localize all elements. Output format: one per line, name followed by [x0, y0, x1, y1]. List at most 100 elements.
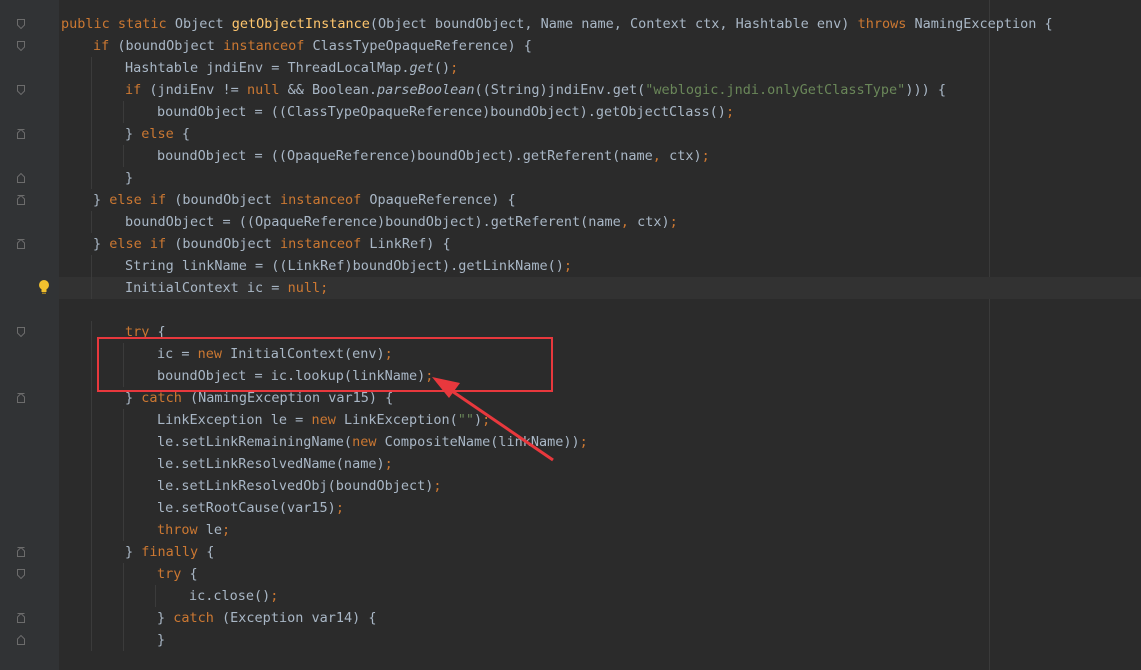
lightbulb-icon[interactable] — [37, 279, 51, 295]
code-token: boundObject = ((ClassTypeOpaqueReference… — [157, 104, 726, 120]
fold-marker-icon[interactable] — [17, 613, 25, 623]
code-token: InitialContext ic = — [125, 280, 288, 296]
code-token: ic.close() — [189, 588, 271, 604]
code-text: try { — [61, 566, 198, 582]
indent-guide — [91, 409, 92, 431]
code-token: (boundObject — [117, 38, 224, 54]
indent-guide — [123, 145, 124, 167]
code-text: throw le; — [61, 522, 230, 538]
code-token: , — [620, 214, 638, 230]
code-line[interactable]: } else if (boundObject instanceof Opaque… — [17, 189, 1141, 211]
code-token: instanceof — [279, 192, 370, 208]
code-line[interactable]: le.setLinkRemainingName(new CompositeNam… — [61, 431, 1141, 453]
indent-guide — [91, 607, 92, 629]
fold-marker-icon[interactable] — [17, 129, 25, 139]
fold-marker-icon[interactable] — [17, 41, 25, 51]
code-line[interactable]: InitialContext ic = null; — [0, 277, 1141, 299]
code-line[interactable]: } — [17, 629, 1141, 651]
code-line[interactable]: } else { — [17, 123, 1141, 145]
indent-guide — [91, 585, 92, 607]
code-line[interactable]: } finally { — [17, 541, 1141, 563]
indent-guide — [91, 211, 92, 233]
code-line[interactable] — [61, 299, 1141, 321]
code-text: if (boundObject instanceof ClassTypeOpaq… — [61, 38, 532, 54]
code-token: "weblogic.jndi.onlyGetClassType" — [645, 82, 906, 98]
code-token: if — [93, 38, 118, 54]
code-token: ; — [563, 258, 573, 274]
code-text: le.setLinkResolvedObj(boundObject); — [61, 478, 441, 494]
fold-marker-icon[interactable] — [17, 239, 25, 249]
code-line[interactable]: throw le; — [61, 519, 1141, 541]
code-line[interactable]: ic.close(); — [61, 585, 1141, 607]
code-text: } else { — [61, 126, 190, 142]
indent-guide — [123, 607, 124, 629]
indent-guide — [123, 497, 124, 519]
code-token: instanceof — [223, 38, 313, 54]
code-text: boundObject = ((OpaqueReference)boundObj… — [61, 214, 678, 230]
code-token: public — [61, 16, 118, 32]
indent-guide — [123, 519, 124, 541]
code-text: boundObject = ((ClassTypeOpaqueReference… — [61, 104, 734, 120]
code-line[interactable]: try { — [17, 563, 1141, 585]
code-token: (Exception var14) { — [222, 610, 377, 626]
code-token: try — [157, 566, 190, 582]
code-token: ; — [450, 60, 459, 76]
code-line[interactable]: le.setLinkResolvedObj(boundObject); — [61, 475, 1141, 497]
code-token: else if — [109, 236, 175, 252]
code-line[interactable]: } else if (boundObject instanceof LinkRe… — [17, 233, 1141, 255]
indent-guide — [91, 387, 92, 409]
code-text: le.setRootCause(var15); — [61, 500, 344, 516]
code-token: } — [125, 390, 142, 406]
highlight-annotation-box — [97, 337, 553, 392]
indent-guide — [91, 123, 92, 145]
code-line[interactable]: le.setRootCause(var15); — [61, 497, 1141, 519]
code-token: get — [409, 60, 434, 76]
code-line[interactable]: if (jndiEnv != null && Boolean.parseBool… — [17, 79, 1141, 101]
code-line[interactable]: boundObject = ((OpaqueReference)boundObj… — [61, 211, 1141, 233]
code-token: CompositeName(linkName)) — [384, 434, 580, 450]
fold-marker-icon[interactable] — [17, 569, 25, 579]
code-token: else if — [109, 192, 175, 208]
fold-marker-icon[interactable] — [17, 327, 25, 337]
fold-marker-icon[interactable] — [17, 85, 25, 95]
code-line[interactable]: } catch (Exception var14) { — [17, 607, 1141, 629]
indent-guide — [91, 145, 92, 167]
code-text: le.setLinkResolvedName(name); — [61, 456, 393, 472]
fold-marker-icon[interactable] — [17, 173, 25, 183]
code-line[interactable]: if (boundObject instanceof ClassTypeOpaq… — [17, 35, 1141, 57]
code-text: } finally { — [61, 544, 214, 560]
fold-marker-icon[interactable] — [17, 19, 25, 29]
code-text: le.setLinkRemainingName(new CompositeNam… — [61, 434, 588, 450]
code-text: ic.close(); — [61, 588, 278, 604]
code-token: instanceof — [279, 236, 370, 252]
code-editor[interactable]: public static Object getObjectInstance(O… — [0, 13, 1141, 651]
code-token: ctx) — [637, 214, 670, 230]
code-token: ))) { — [905, 82, 946, 98]
indent-guide — [91, 453, 92, 475]
code-line[interactable]: String linkName = ((LinkRef)boundObject)… — [61, 255, 1141, 277]
code-token: ; — [482, 412, 491, 428]
code-token: } — [93, 236, 110, 252]
indent-guide — [123, 475, 124, 497]
code-token: catch — [173, 610, 223, 626]
fold-marker-icon[interactable] — [17, 393, 25, 403]
fold-marker-icon[interactable] — [17, 547, 25, 557]
code-text: LinkException le = new LinkException("")… — [61, 412, 490, 428]
fold-marker-icon[interactable] — [17, 195, 25, 205]
code-token: () — [433, 60, 451, 76]
code-line[interactable]: } — [17, 167, 1141, 189]
code-token: throws — [857, 16, 915, 32]
code-line[interactable]: boundObject = ((ClassTypeOpaqueReference… — [61, 101, 1141, 123]
indent-guide — [91, 57, 92, 79]
fold-marker-icon[interactable] — [17, 635, 25, 645]
code-token: ) — [474, 412, 483, 428]
code-line[interactable]: LinkException le = new LinkException("")… — [61, 409, 1141, 431]
code-token: (Object boundObject, Name name, Context … — [369, 16, 858, 32]
code-line[interactable]: Hashtable jndiEnv = ThreadLocalMap.get()… — [61, 57, 1141, 79]
code-token: finally — [141, 544, 207, 560]
code-text: public static Object getObjectInstance(O… — [61, 16, 1053, 32]
indent-guide — [91, 519, 92, 541]
code-line[interactable]: public static Object getObjectInstance(O… — [17, 13, 1141, 35]
code-line[interactable]: le.setLinkResolvedName(name); — [61, 453, 1141, 475]
code-line[interactable]: boundObject = ((OpaqueReference)boundObj… — [61, 145, 1141, 167]
